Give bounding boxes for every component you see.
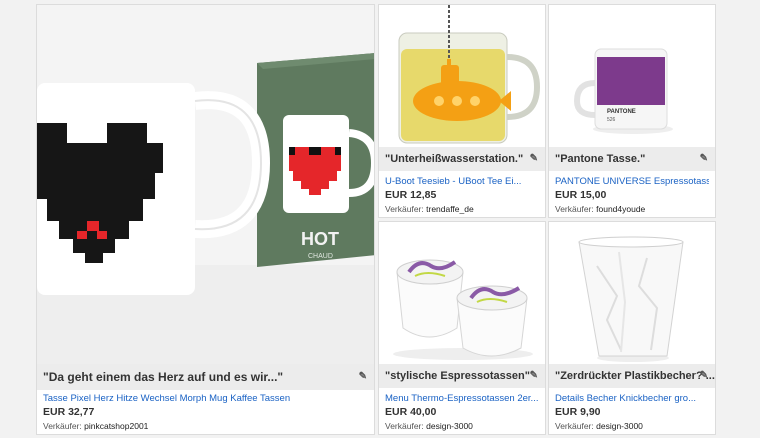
pencil-icon[interactable]: ✎ — [530, 147, 538, 171]
seller-info: Verkäufer: found4youde — [555, 204, 645, 214]
product-title-link[interactable]: PANTONE UNIVERSE Espressotasse... — [555, 176, 709, 187]
caption-text: "Zerdrückter Plastikbecher? ..." — [555, 370, 715, 382]
user-caption: "Unterheißwasserstation." ✎ — [379, 147, 545, 171]
box-sublabel: CHAUD — [308, 253, 333, 260]
product-price: EUR 15,00 — [555, 189, 607, 201]
seller-label: Verkäufer: — [43, 421, 82, 431]
cup-code: 526 — [607, 117, 616, 123]
seller-name[interactable]: design-3000 — [426, 421, 473, 431]
caption-text: "Unterheißwasserstation." — [385, 153, 524, 165]
pantone-cup-image: PANTONE 526 — [549, 5, 715, 147]
pencil-icon[interactable]: ✎ — [700, 364, 708, 388]
seller-info: Verkäufer: trendaffe_de — [385, 204, 474, 214]
product-image[interactable]: HOT CHAUD — [37, 5, 374, 365]
seller-info: Verkäufer: pinkcatshop2001 — [43, 421, 148, 431]
caption-text: "stylische Espressotassen" — [385, 370, 530, 382]
user-caption: "stylische Espressotassen" ✎ — [379, 364, 545, 388]
product-card[interactable]: "stylische Espressotassen" ✎ Menu Thermo… — [378, 221, 546, 435]
caption-text: "Da geht einem das Herz auf und es wir..… — [43, 370, 284, 384]
seller-label: Verkäufer: — [555, 421, 594, 431]
product-card[interactable]: PANTONE 526 "Pantone Tasse." ✎ PANTONE U… — [548, 4, 716, 218]
seller-label: Verkäufer: — [555, 204, 594, 214]
product-title-link[interactable]: Menu Thermo-Espressotassen 2er... — [385, 393, 539, 404]
seller-label: Verkäufer: — [385, 204, 424, 214]
seller-info: Verkäufer: design-3000 — [555, 421, 643, 431]
seller-info: Verkäufer: design-3000 — [385, 421, 473, 431]
product-price: EUR 40,00 — [385, 406, 437, 418]
product-card[interactable]: "Unterheißwasserstation." ✎ U-Boot Teesi… — [378, 4, 546, 218]
cup-label: PANTONE — [607, 109, 636, 115]
product-image[interactable] — [549, 222, 715, 364]
user-caption: "Da geht einem das Herz auf und es wir..… — [37, 364, 374, 390]
seller-label: Verkäufer: — [385, 421, 424, 431]
user-caption: "Zerdrückter Plastikbecher? ..." ✎ — [549, 364, 715, 388]
product-price: EUR 9,90 — [555, 406, 601, 418]
product-price: EUR 32,77 — [43, 406, 95, 418]
crumpled-cup-image — [549, 222, 715, 364]
product-card[interactable]: HOT CHAUD "Da geht einem das Herz auf un… — [36, 4, 375, 435]
pencil-icon[interactable]: ✎ — [530, 364, 538, 388]
user-caption: "Pantone Tasse." ✎ — [549, 147, 715, 171]
seller-name[interactable]: pinkcatshop2001 — [84, 421, 148, 431]
product-title-link[interactable]: Details Becher Knickbecher gro... — [555, 393, 709, 404]
caption-text: "Pantone Tasse." — [555, 153, 646, 165]
product-image[interactable] — [379, 5, 545, 147]
product-price: EUR 12,85 — [385, 189, 437, 201]
seller-name[interactable]: found4youde — [596, 204, 645, 214]
espresso-cups-image — [379, 222, 545, 364]
product-title-link[interactable]: U-Boot Teesieb - UBoot Tee Ei... — [385, 176, 539, 187]
box-label: HOT — [301, 229, 339, 249]
product-image[interactable]: PANTONE 526 — [549, 5, 715, 147]
product-title-link[interactable]: Tasse Pixel Herz Hitze Wechsel Morph Mug… — [43, 393, 368, 404]
seller-name[interactable]: design-3000 — [596, 421, 643, 431]
pencil-icon[interactable]: ✎ — [700, 147, 708, 171]
product-card[interactable]: "Zerdrückter Plastikbecher? ..." ✎ Detai… — [548, 221, 716, 435]
product-image[interactable] — [379, 222, 545, 364]
pencil-icon[interactable]: ✎ — [359, 364, 367, 390]
seller-name[interactable]: trendaffe_de — [426, 204, 474, 214]
submarine-tea-infuser-image — [379, 5, 545, 147]
pixel-heart-mug-image: HOT CHAUD — [37, 5, 374, 365]
